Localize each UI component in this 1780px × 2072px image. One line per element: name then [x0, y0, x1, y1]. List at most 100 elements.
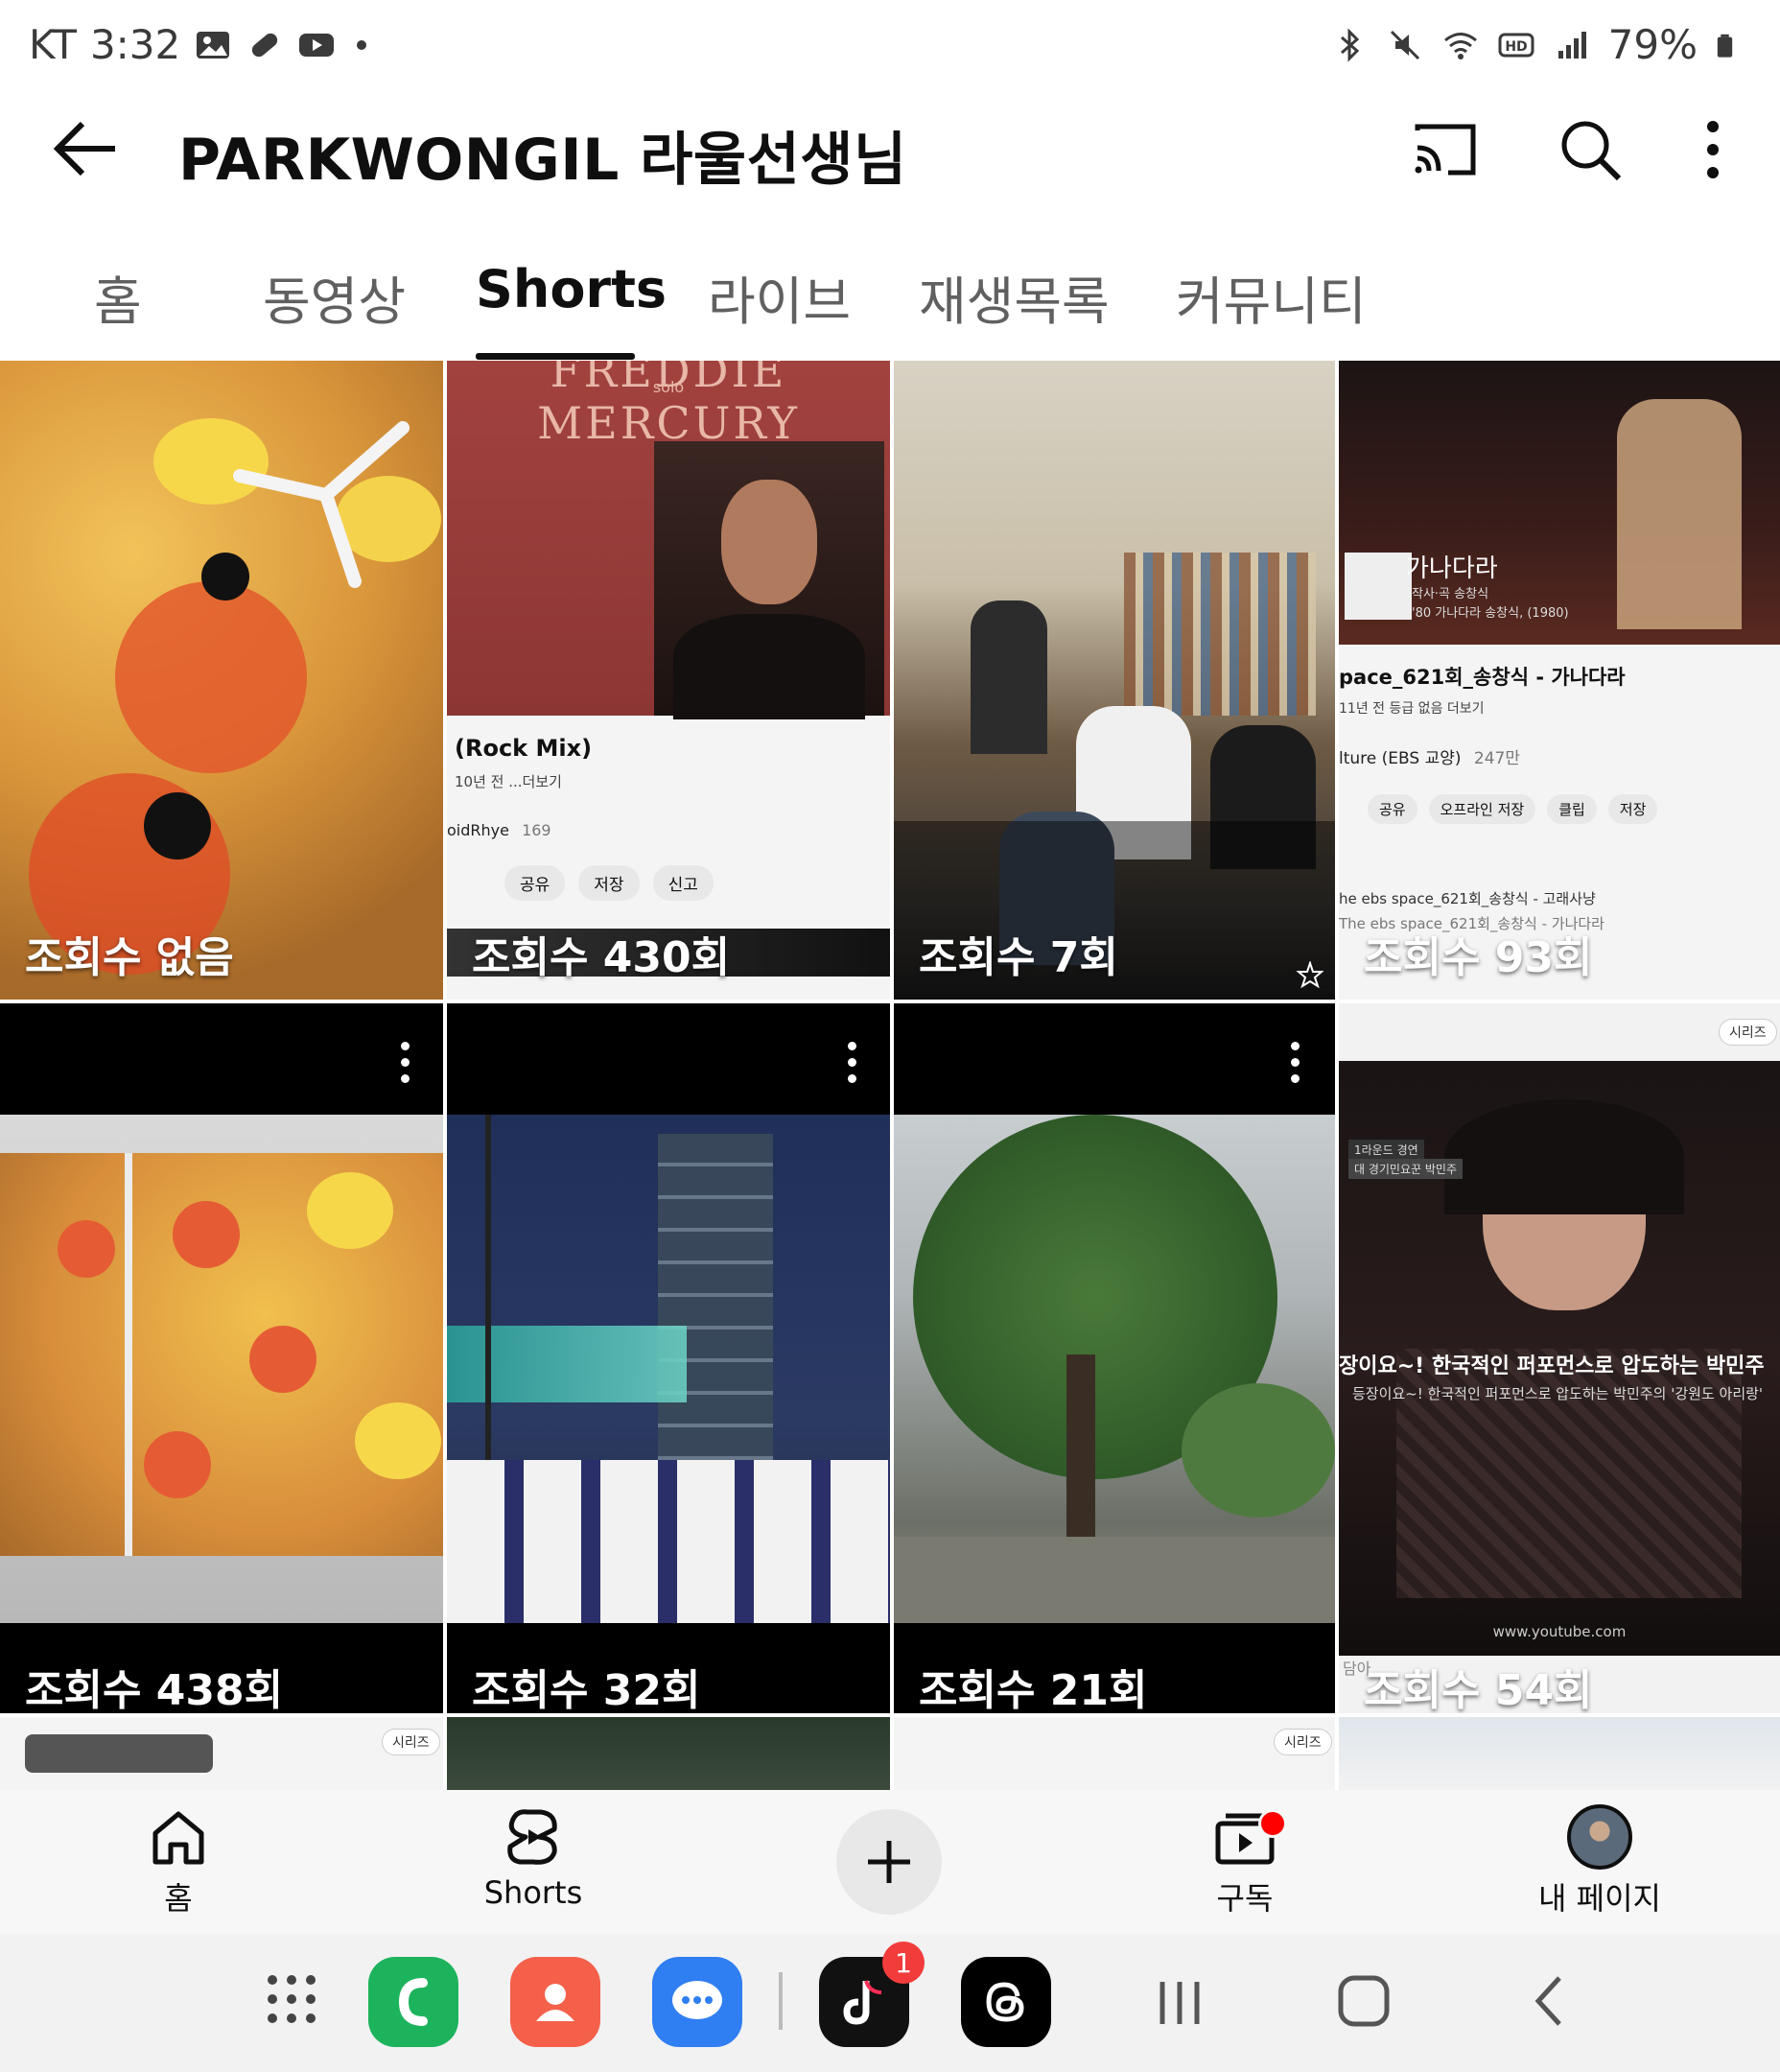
short-thumbnail[interactable]: [447, 1717, 890, 1790]
messages-app-icon[interactable]: [652, 1957, 742, 2047]
caption-tag: 대 경기민요꾼 박민주: [1348, 1159, 1463, 1179]
contacts-app-icon[interactable]: [510, 1957, 600, 2047]
status-bar: KT 3:32 HD 79%: [0, 0, 1780, 96]
more-notifications-dot: [357, 39, 367, 50]
tab-home[interactable]: 홈: [94, 259, 142, 335]
album-cover-sub: solo: [652, 378, 685, 396]
youtube-notification-icon: [299, 33, 335, 57]
system-dock: 1: [0, 1934, 1780, 2072]
battery-percent: 79%: [1607, 21, 1698, 68]
view-count: 조회수 430회: [472, 933, 731, 982]
search-icon[interactable]: [1556, 115, 1625, 184]
create-button[interactable]: [836, 1809, 942, 1915]
sub-caption: 등장이요~! 한국적인 퍼포먼스로 압도하는 박민주의 '강원도 아리랑': [1352, 1385, 1764, 1402]
phone-app-icon[interactable]: [368, 1957, 458, 2047]
nav-shorts-label: Shorts: [483, 1874, 583, 1911]
album-cover-title: FREDDIE MERCURY: [537, 361, 800, 449]
video-frame: 가나다라 작사·곡 송창식 '80 가나다라 송창식, (1980): [1339, 361, 1780, 645]
fence: [447, 1460, 890, 1623]
person: [971, 600, 1047, 754]
signal-icon: [1558, 31, 1586, 59]
short-thumbnail[interactable]: 가나다라 작사·곡 송창식 '80 가나다라 송창식, (1980) pace_…: [1339, 361, 1780, 1000]
olive: [144, 792, 211, 859]
channel-tabs: 홈 동영상 Shorts 라이브 재생목록 커뮤니티: [0, 240, 1780, 360]
video-title: pace_621회_송창식 - 가나다라: [1339, 666, 1626, 689]
short-thumbnail[interactable]: 시리즈: [0, 1717, 443, 1790]
caption-title: 가나다라: [1406, 554, 1498, 583]
back-button[interactable]: [1531, 1972, 1569, 2030]
app-drawer-icon[interactable]: [265, 1972, 318, 2026]
short-thumbnail[interactable]: [1339, 1717, 1780, 1790]
bottom-navigation: 홈 Shorts 구독 내 페이지: [0, 1790, 1780, 1934]
short-thumbnail[interactable]: 조회수 21회: [894, 1003, 1335, 1713]
cast-icon[interactable]: [1410, 115, 1479, 184]
shorts-grid: 조회수 없음 FREDDIE MERCURY solo (Rock Mix) 1…: [0, 361, 1780, 1790]
video-meta: 10년 전 ...더보기: [455, 773, 562, 790]
recent-apps-button[interactable]: [1155, 1976, 1205, 2030]
nav-home[interactable]: 홈: [63, 1800, 293, 1919]
short-thumbnail[interactable]: FREDDIE MERCURY solo (Rock Mix) 10년 전 ..…: [447, 361, 890, 1000]
view-count: 조회수 없음: [25, 933, 234, 982]
caption-year: '80 가나다라 송창식, (1980): [1412, 606, 1569, 621]
nav-subscriptions[interactable]: 구독: [1130, 1800, 1360, 1919]
tab-community[interactable]: 커뮤니티: [1176, 259, 1367, 335]
nav-subscriptions-label: 구독: [1216, 1880, 1274, 1917]
short-thumbnail[interactable]: 조회수 7회: [894, 361, 1335, 1000]
save-chip: 저장: [1607, 794, 1658, 824]
clock: 3:32: [89, 21, 181, 68]
park-scene: [894, 1115, 1335, 1623]
headline-caption: 장이요~! 한국적인 퍼포먼스로 압도하는 박민주: [1339, 1354, 1765, 1378]
more-vert-icon[interactable]: [848, 1042, 857, 1090]
video-action-row: 공유 저장 신고: [504, 865, 714, 901]
channel-title: PARKWONGIL 라울선생님: [178, 127, 907, 194]
tab-live[interactable]: 라이브: [708, 259, 851, 335]
short-thumbnail[interactable]: 조회수 438회: [0, 1003, 443, 1713]
clip-chip: 클립: [1547, 794, 1597, 824]
nav-my-page[interactable]: 내 페이지: [1485, 1800, 1715, 1919]
album-cover: FREDDIE MERCURY solo: [447, 361, 890, 719]
more-vert-icon[interactable]: [401, 1042, 410, 1090]
star-icon: [1297, 961, 1323, 988]
save-chip: 저장: [578, 865, 640, 901]
wifi-icon: [1443, 32, 1477, 59]
more-vert-icon[interactable]: [1291, 1042, 1300, 1090]
tab-shorts[interactable]: Shorts: [476, 259, 667, 319]
home-icon: [152, 1811, 204, 1865]
night-scene: [447, 1115, 890, 1623]
share-chip: 공유: [1368, 794, 1417, 824]
pizza-saver: [233, 421, 410, 588]
view-count: 조회수 438회: [25, 1666, 284, 1713]
nav-shorts[interactable]: Shorts: [418, 1800, 648, 1911]
short-thumbnail[interactable]: 시리즈 1라운드 경연 대 경기민요꾼 박민주 장이요~! 한국적인 퍼포먼스로…: [1339, 1003, 1780, 1713]
share-chip: 공유: [504, 865, 566, 901]
pizza-box: [0, 1115, 443, 1623]
battery-icon: [1717, 34, 1733, 58]
tiktok-notification-badge: 1: [882, 1942, 925, 1984]
gallery-notification-icon: [197, 31, 230, 59]
back-arrow-icon[interactable]: [48, 115, 125, 182]
album-portrait: [654, 441, 884, 719]
nav-home-label: 홈: [164, 1880, 193, 1917]
caption-thumb: [1345, 553, 1412, 620]
view-count: 조회수 21회: [919, 1666, 1148, 1713]
video-meta: 11년 전 등급 없음 더보기: [1339, 701, 1485, 717]
series-badge: 시리즈: [1274, 1729, 1332, 1755]
video-channel: oidRhye 169: [447, 821, 551, 839]
bookshelf: [1124, 553, 1316, 716]
short-thumbnail[interactable]: 시리즈: [894, 1717, 1335, 1790]
shorts-icon: [507, 1809, 557, 1865]
tab-playlists[interactable]: 재생목록: [919, 259, 1110, 335]
home-button[interactable]: [1337, 1972, 1391, 2030]
short-thumbnail[interactable]: 조회수 32회: [447, 1003, 890, 1713]
video-action-row: 공유 오프라인 저장 클립 저장: [1368, 794, 1658, 824]
bluetooth-icon: [1340, 27, 1359, 62]
short-thumbnail[interactable]: 조회수 없음: [0, 361, 443, 1000]
caption-tag: 1라운드 경연: [1348, 1140, 1424, 1160]
more-vert-icon[interactable]: [1678, 115, 1747, 184]
tiktok-app-icon[interactable]: 1: [819, 1942, 925, 2047]
view-count: 조회수 54회: [1364, 1666, 1593, 1713]
threads-app-icon[interactable]: [961, 1957, 1051, 2047]
performance-frame: 1라운드 경연 대 경기민요꾼 박민주 장이요~! 한국적인 퍼포먼스로 압도하…: [1339, 1061, 1780, 1656]
channel-header: PARKWONGIL 라울선생님: [0, 96, 1780, 201]
tab-videos[interactable]: 동영상: [263, 259, 406, 335]
